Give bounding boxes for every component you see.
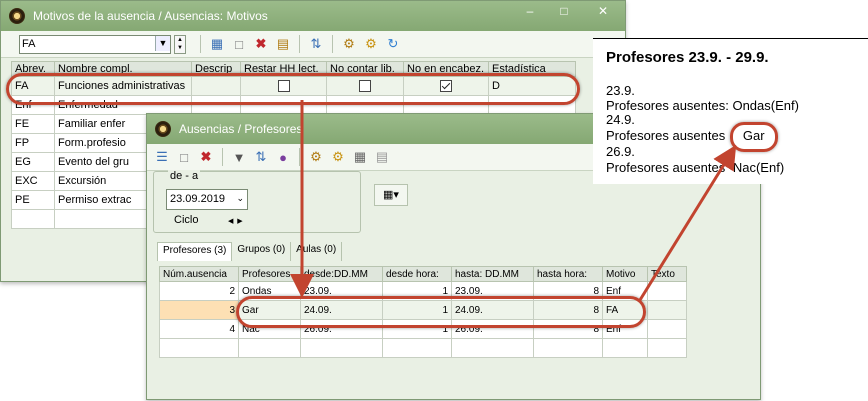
cell[interactable]	[382, 338, 452, 358]
date-range-label: de - a	[168, 170, 201, 182]
sort-icon[interactable]: ⇅	[307, 35, 325, 53]
cell[interactable]	[647, 319, 687, 339]
col-header[interactable]: Motivo	[602, 266, 648, 282]
grid-view-icon[interactable]: ▦	[208, 35, 226, 53]
motivos-toolbar: FA ▼ ▲ ▼ ▦ □ ✖ ▤ ⇅ ⚙ ⚙ ↻	[1, 31, 625, 58]
date-picker[interactable]: 23.09.2019 ⌄	[166, 189, 248, 210]
delete-icon[interactable]: ✖	[197, 148, 215, 166]
delete-icon[interactable]: ✖	[252, 35, 270, 53]
new-record-icon[interactable]: □	[230, 35, 248, 53]
maximize-icon[interactable]: □	[547, 1, 581, 23]
toolbar-separator	[200, 35, 201, 53]
annotation-note: Profesores 23.9. - 29.9. 23.9. Profesore…	[593, 38, 868, 184]
close-icon[interactable]: ✕	[581, 1, 625, 23]
col-header[interactable]: Texto	[647, 266, 687, 282]
clock-app-icon	[155, 121, 171, 137]
calendar-view-button[interactable]: ▦▾	[374, 184, 408, 206]
ciclo-label: Ciclo	[174, 214, 199, 226]
cell[interactable]: FP	[11, 133, 55, 153]
tab-profesores[interactable]: Profesores (3)	[157, 242, 233, 261]
settings-icon[interactable]: ⚙	[329, 148, 347, 166]
tab-strip: Profesores (3) Grupos (0) Aulas (0)	[157, 242, 343, 261]
cell[interactable]: FE	[11, 114, 55, 134]
calendar-icon[interactable]: ▦	[351, 148, 369, 166]
note-date: 23.9.	[606, 83, 635, 98]
note-line-prefix: Profesores ausentes	[606, 160, 726, 175]
cell[interactable]	[647, 338, 687, 358]
cell[interactable]	[602, 338, 648, 358]
tab-aulas[interactable]: Aulas (0)	[291, 242, 343, 261]
chevron-down-icon[interactable]: ▼	[155, 35, 170, 51]
page-settings-icon[interactable]: ⚙	[340, 35, 358, 53]
col-header[interactable]: hasta hora:	[533, 266, 603, 282]
cell[interactable]	[238, 338, 301, 358]
page-settings-icon[interactable]: ⚙	[307, 148, 325, 166]
motivos-titlebar[interactable]: Motivos de la ausencia / Ausencias: Moti…	[1, 1, 625, 31]
note-line: Profesores ausentes Nac(Enf)	[606, 160, 784, 175]
ausencias-title: Ausencias / Profesores	[179, 122, 303, 136]
highlight-oval-gar-note	[730, 122, 778, 152]
list-icon[interactable]: ☰	[153, 148, 171, 166]
report-icon[interactable]: ▤	[274, 35, 292, 53]
refresh-icon[interactable]: ↻	[384, 35, 402, 53]
note-header: Profesores 23.9. - 29.9.	[606, 49, 769, 66]
highlight-oval-gar-row	[236, 296, 646, 328]
note-date: 24.9.	[606, 112, 635, 127]
date-range-group: de - a 23.09.2019 ⌄ Ciclo ◀ ▶	[153, 170, 361, 233]
minimize-icon[interactable]: –	[513, 1, 547, 23]
sort-icon[interactable]: ⇅	[252, 148, 270, 166]
toolbar-separator	[299, 35, 300, 53]
date-value: 23.09.2019	[170, 193, 226, 205]
note-line-value: Nac(Enf)	[732, 160, 785, 175]
cell[interactable]	[647, 281, 687, 301]
cell[interactable]: PE	[11, 190, 55, 210]
note-line-prefix: Profesores ausentes	[606, 128, 726, 143]
motivo-filter-value: FA	[22, 38, 36, 50]
cell[interactable]: EG	[11, 152, 55, 172]
cell[interactable]	[533, 338, 603, 358]
chevron-down-icon[interactable]: ⌄	[236, 193, 244, 204]
toolbar-separator	[299, 148, 300, 166]
timetable-icon[interactable]: ▤	[373, 148, 391, 166]
note-date: 26.9.	[606, 144, 635, 159]
tab-grupos[interactable]: Grupos (0)	[232, 242, 292, 261]
settings-icon[interactable]: ⚙	[362, 35, 380, 53]
highlight-oval-fa-row	[6, 73, 580, 105]
col-header[interactable]: Profesores	[238, 266, 301, 282]
cell[interactable]	[647, 300, 687, 320]
note-line: Profesores ausentes: Ondas(Enf)	[606, 98, 799, 113]
ciclo-arrows[interactable]: ◀ ▶	[228, 217, 243, 225]
table-row[interactable]	[159, 338, 687, 358]
clock-app-icon	[9, 8, 25, 24]
col-header[interactable]: Núm.ausencia	[159, 266, 239, 282]
col-header[interactable]: desde hora:	[382, 266, 452, 282]
cell[interactable]: EXC	[11, 171, 55, 191]
cell[interactable]: 3	[159, 300, 239, 320]
toolbar-separator	[222, 148, 223, 166]
cell[interactable]	[159, 338, 239, 358]
teachers-icon[interactable]: ●	[274, 148, 292, 166]
motivo-filter-combo[interactable]: FA ▼	[19, 34, 171, 54]
cell[interactable]	[451, 338, 534, 358]
cell[interactable]	[11, 209, 55, 229]
cell[interactable]: 2	[159, 281, 239, 301]
filter-spinner[interactable]: ▲ ▼	[174, 34, 186, 54]
toolbar-separator	[332, 35, 333, 53]
col-header[interactable]: desde:DD.MM	[300, 266, 383, 282]
cell[interactable]: 4	[159, 319, 239, 339]
col-header[interactable]: hasta: DD.MM	[451, 266, 534, 282]
new-record-icon[interactable]: □	[175, 148, 193, 166]
cell[interactable]	[300, 338, 383, 358]
filter-icon[interactable]: ▼	[230, 148, 248, 166]
motivos-title: Motivos de la ausencia / Ausencias: Moti…	[33, 9, 268, 23]
